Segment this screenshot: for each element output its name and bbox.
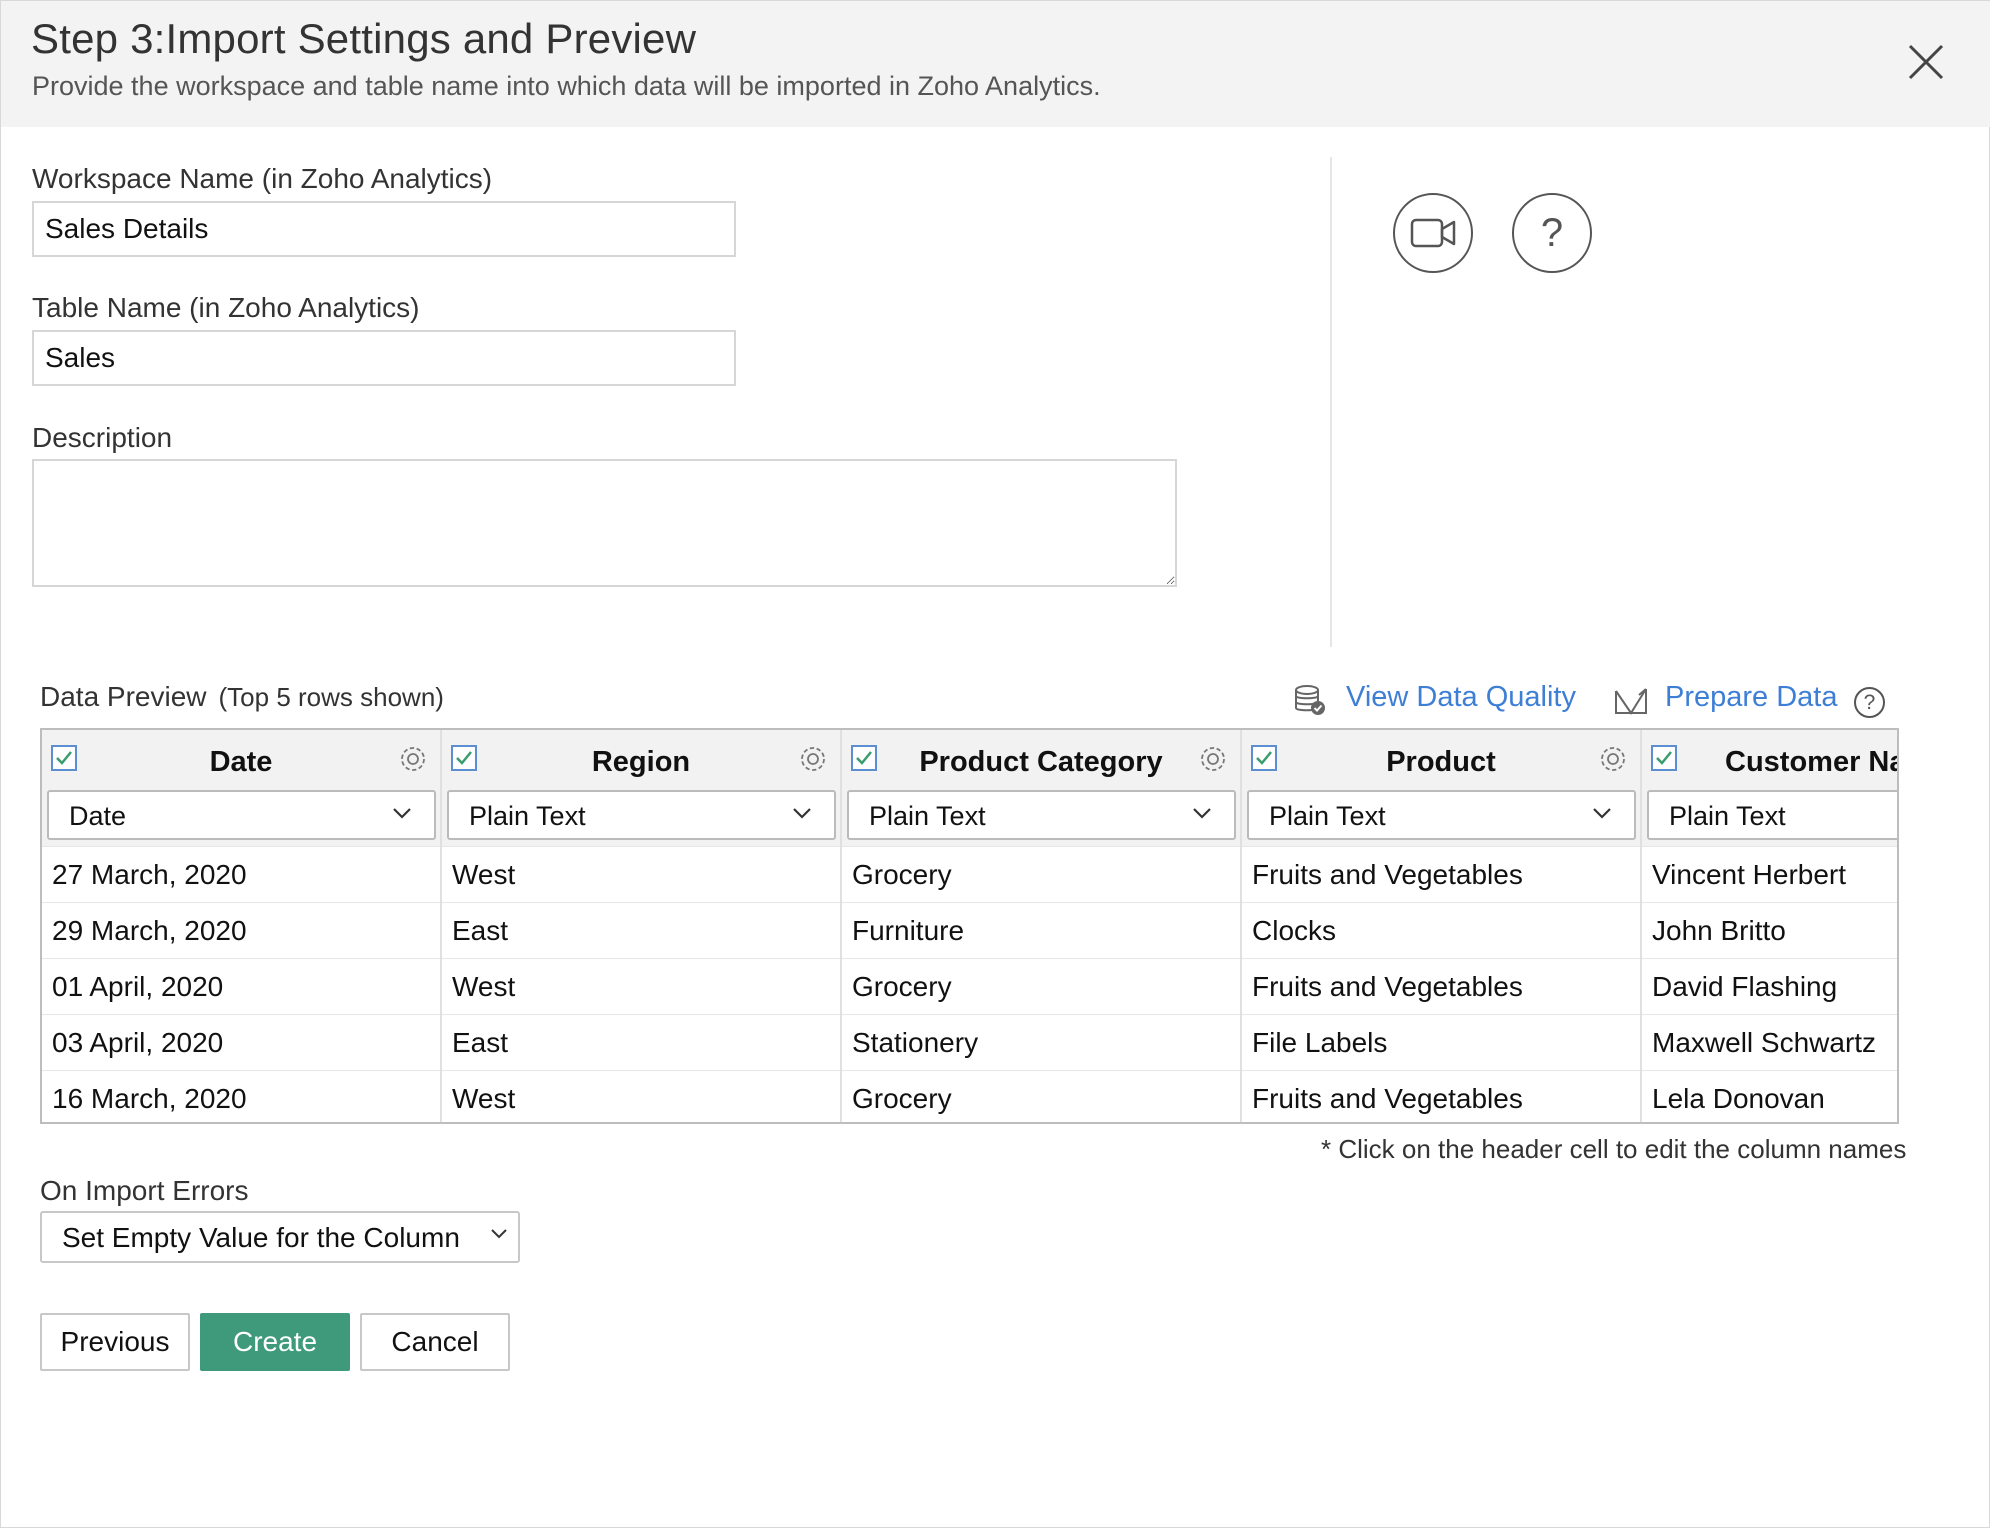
gear-icon[interactable] (798, 744, 828, 774)
workspace-name-input[interactable] (32, 201, 736, 257)
chevron-down-icon (1193, 808, 1211, 819)
check-icon (1656, 751, 1672, 765)
dialog-title: Step 3:Import Settings and Preview (31, 15, 697, 62)
cancel-button[interactable]: Cancel (360, 1313, 510, 1371)
table-cell: West (442, 958, 840, 1014)
column-type-select[interactable]: Date (47, 790, 436, 840)
table-cell: Fruits and Vegetables (1242, 1070, 1640, 1122)
column-type-value: Plain Text (869, 801, 986, 831)
table-cell: 16 March, 2020 (42, 1070, 440, 1122)
column-type-select[interactable]: Plain Text (847, 790, 1236, 840)
workspace-label: Workspace Name (in Zoho Analytics) (32, 163, 493, 194)
column-type-select[interactable]: Plain Text (447, 790, 836, 840)
column-header[interactable]: Region (442, 730, 840, 788)
import-errors-label: On Import Errors (40, 1175, 249, 1206)
data-preview-sublabel: (Top 5 rows shown) (218, 682, 444, 712)
column-header[interactable]: Product (1242, 730, 1640, 788)
view-data-quality-link[interactable]: View Data Quality (1346, 681, 1576, 714)
table-cell: Stationery (842, 1014, 1240, 1070)
table-cell: Grocery (842, 1070, 1240, 1122)
table-cell: 01 April, 2020 (42, 958, 440, 1014)
column-header[interactable]: Date (42, 730, 440, 788)
close-icon[interactable] (1907, 43, 1945, 81)
table-cell: East (442, 1014, 840, 1070)
column-type-value: Plain Text (1669, 801, 1786, 831)
column-name: Customer Na (1725, 746, 1899, 778)
table-column-date: Date Date 27 March, 2020 29 March, 2020 … (42, 730, 442, 1122)
prepare-data-icon (1615, 688, 1647, 715)
previous-button[interactable]: Previous (40, 1313, 190, 1371)
table-name-label: Table Name (in Zoho Analytics) (32, 292, 420, 323)
chevron-down-icon (491, 1229, 507, 1239)
table-column-product-category: Product Category Plain Text Grocery Furn… (842, 730, 1242, 1122)
table-cell: John Britto (1642, 902, 1897, 958)
table-cell: File Labels (1242, 1014, 1640, 1070)
import-errors-value: Set Empty Value for the Column (62, 1222, 460, 1253)
column-type-select[interactable]: Plain Text (1647, 790, 1897, 840)
table-cell: Fruits and Vegetables (1242, 958, 1640, 1014)
column-type-value: Plain Text (1269, 801, 1386, 831)
description-label: Description (32, 422, 173, 453)
table-cell: David Flashing (1642, 958, 1897, 1014)
question-icon: ? (1540, 210, 1564, 255)
gear-icon[interactable] (1198, 744, 1228, 774)
data-preview-label: Data Preview (Top 5 rows shown) (40, 681, 444, 713)
table-cell: Maxwell Schwartz (1642, 1014, 1897, 1070)
column-name: Date (209, 746, 273, 778)
video-tutorial-button[interactable] (1393, 193, 1473, 273)
chevron-down-icon (393, 808, 411, 819)
table-cell: West (442, 846, 840, 902)
table-cell: West (442, 1070, 840, 1122)
table-cell: East (442, 902, 840, 958)
description-textarea[interactable] (32, 459, 1177, 587)
column-header[interactable]: Product Category (842, 730, 1240, 788)
video-camera-icon (1410, 218, 1456, 248)
table-cell: Grocery (842, 958, 1240, 1014)
table-cell: Clocks (1242, 902, 1640, 958)
table-column-product: Product Plain Text Fruits and Vegetables… (1242, 730, 1642, 1122)
vertical-divider (1330, 157, 1332, 647)
table-column-customer-name: Customer Na Plain Text Vincent Herbert J… (1642, 730, 1899, 1122)
prepare-data-link[interactable]: Prepare Data (1665, 681, 1838, 714)
preview-help-icon[interactable]: ? (1854, 687, 1885, 718)
column-name: Region (591, 746, 691, 778)
table-cell: 27 March, 2020 (42, 846, 440, 902)
table-cell: Lela Donovan (1642, 1070, 1897, 1122)
table-cell: Grocery (842, 846, 1240, 902)
column-include-checkbox[interactable] (1651, 745, 1677, 771)
dialog-header: Step 3:Import Settings and Preview Provi… (1, 1, 1990, 127)
chevron-down-icon (1593, 808, 1611, 819)
data-preview-table: Date Date 27 March, 2020 29 March, 2020 … (40, 728, 1899, 1124)
table-cell: Furniture (842, 902, 1240, 958)
column-name: Product Category (919, 746, 1163, 778)
gear-icon[interactable] (1598, 744, 1628, 774)
column-type-value: Date (69, 801, 127, 831)
import-dialog: Step 3:Import Settings and Preview Provi… (0, 0, 1990, 1528)
column-type-value: Plain Text (469, 801, 586, 831)
gear-icon[interactable] (398, 744, 428, 774)
dialog-subtitle: Provide the workspace and table name int… (32, 71, 1101, 101)
table-cell: 03 April, 2020 (42, 1014, 440, 1070)
table-cell: 29 March, 2020 (42, 902, 440, 958)
table-name-input[interactable] (32, 330, 736, 386)
column-header[interactable]: Customer Na (1642, 730, 1899, 788)
help-button[interactable]: ? (1512, 193, 1592, 273)
data-preview-title: Data Preview (40, 681, 207, 712)
import-errors-select[interactable]: Set Empty Value for the Column (40, 1211, 520, 1263)
table-cell: Fruits and Vegetables (1242, 846, 1640, 902)
column-name: Product (1386, 746, 1496, 778)
chevron-down-icon (793, 808, 811, 819)
column-type-select[interactable]: Plain Text (1247, 790, 1636, 840)
table-cell: Vincent Herbert (1642, 846, 1897, 902)
database-check-icon (1295, 685, 1325, 715)
create-button[interactable]: Create (200, 1313, 350, 1371)
column-edit-note: * Click on the header cell to edit the c… (1321, 1134, 1907, 1164)
table-column-region: Region Plain Text West East West East We… (442, 730, 842, 1122)
